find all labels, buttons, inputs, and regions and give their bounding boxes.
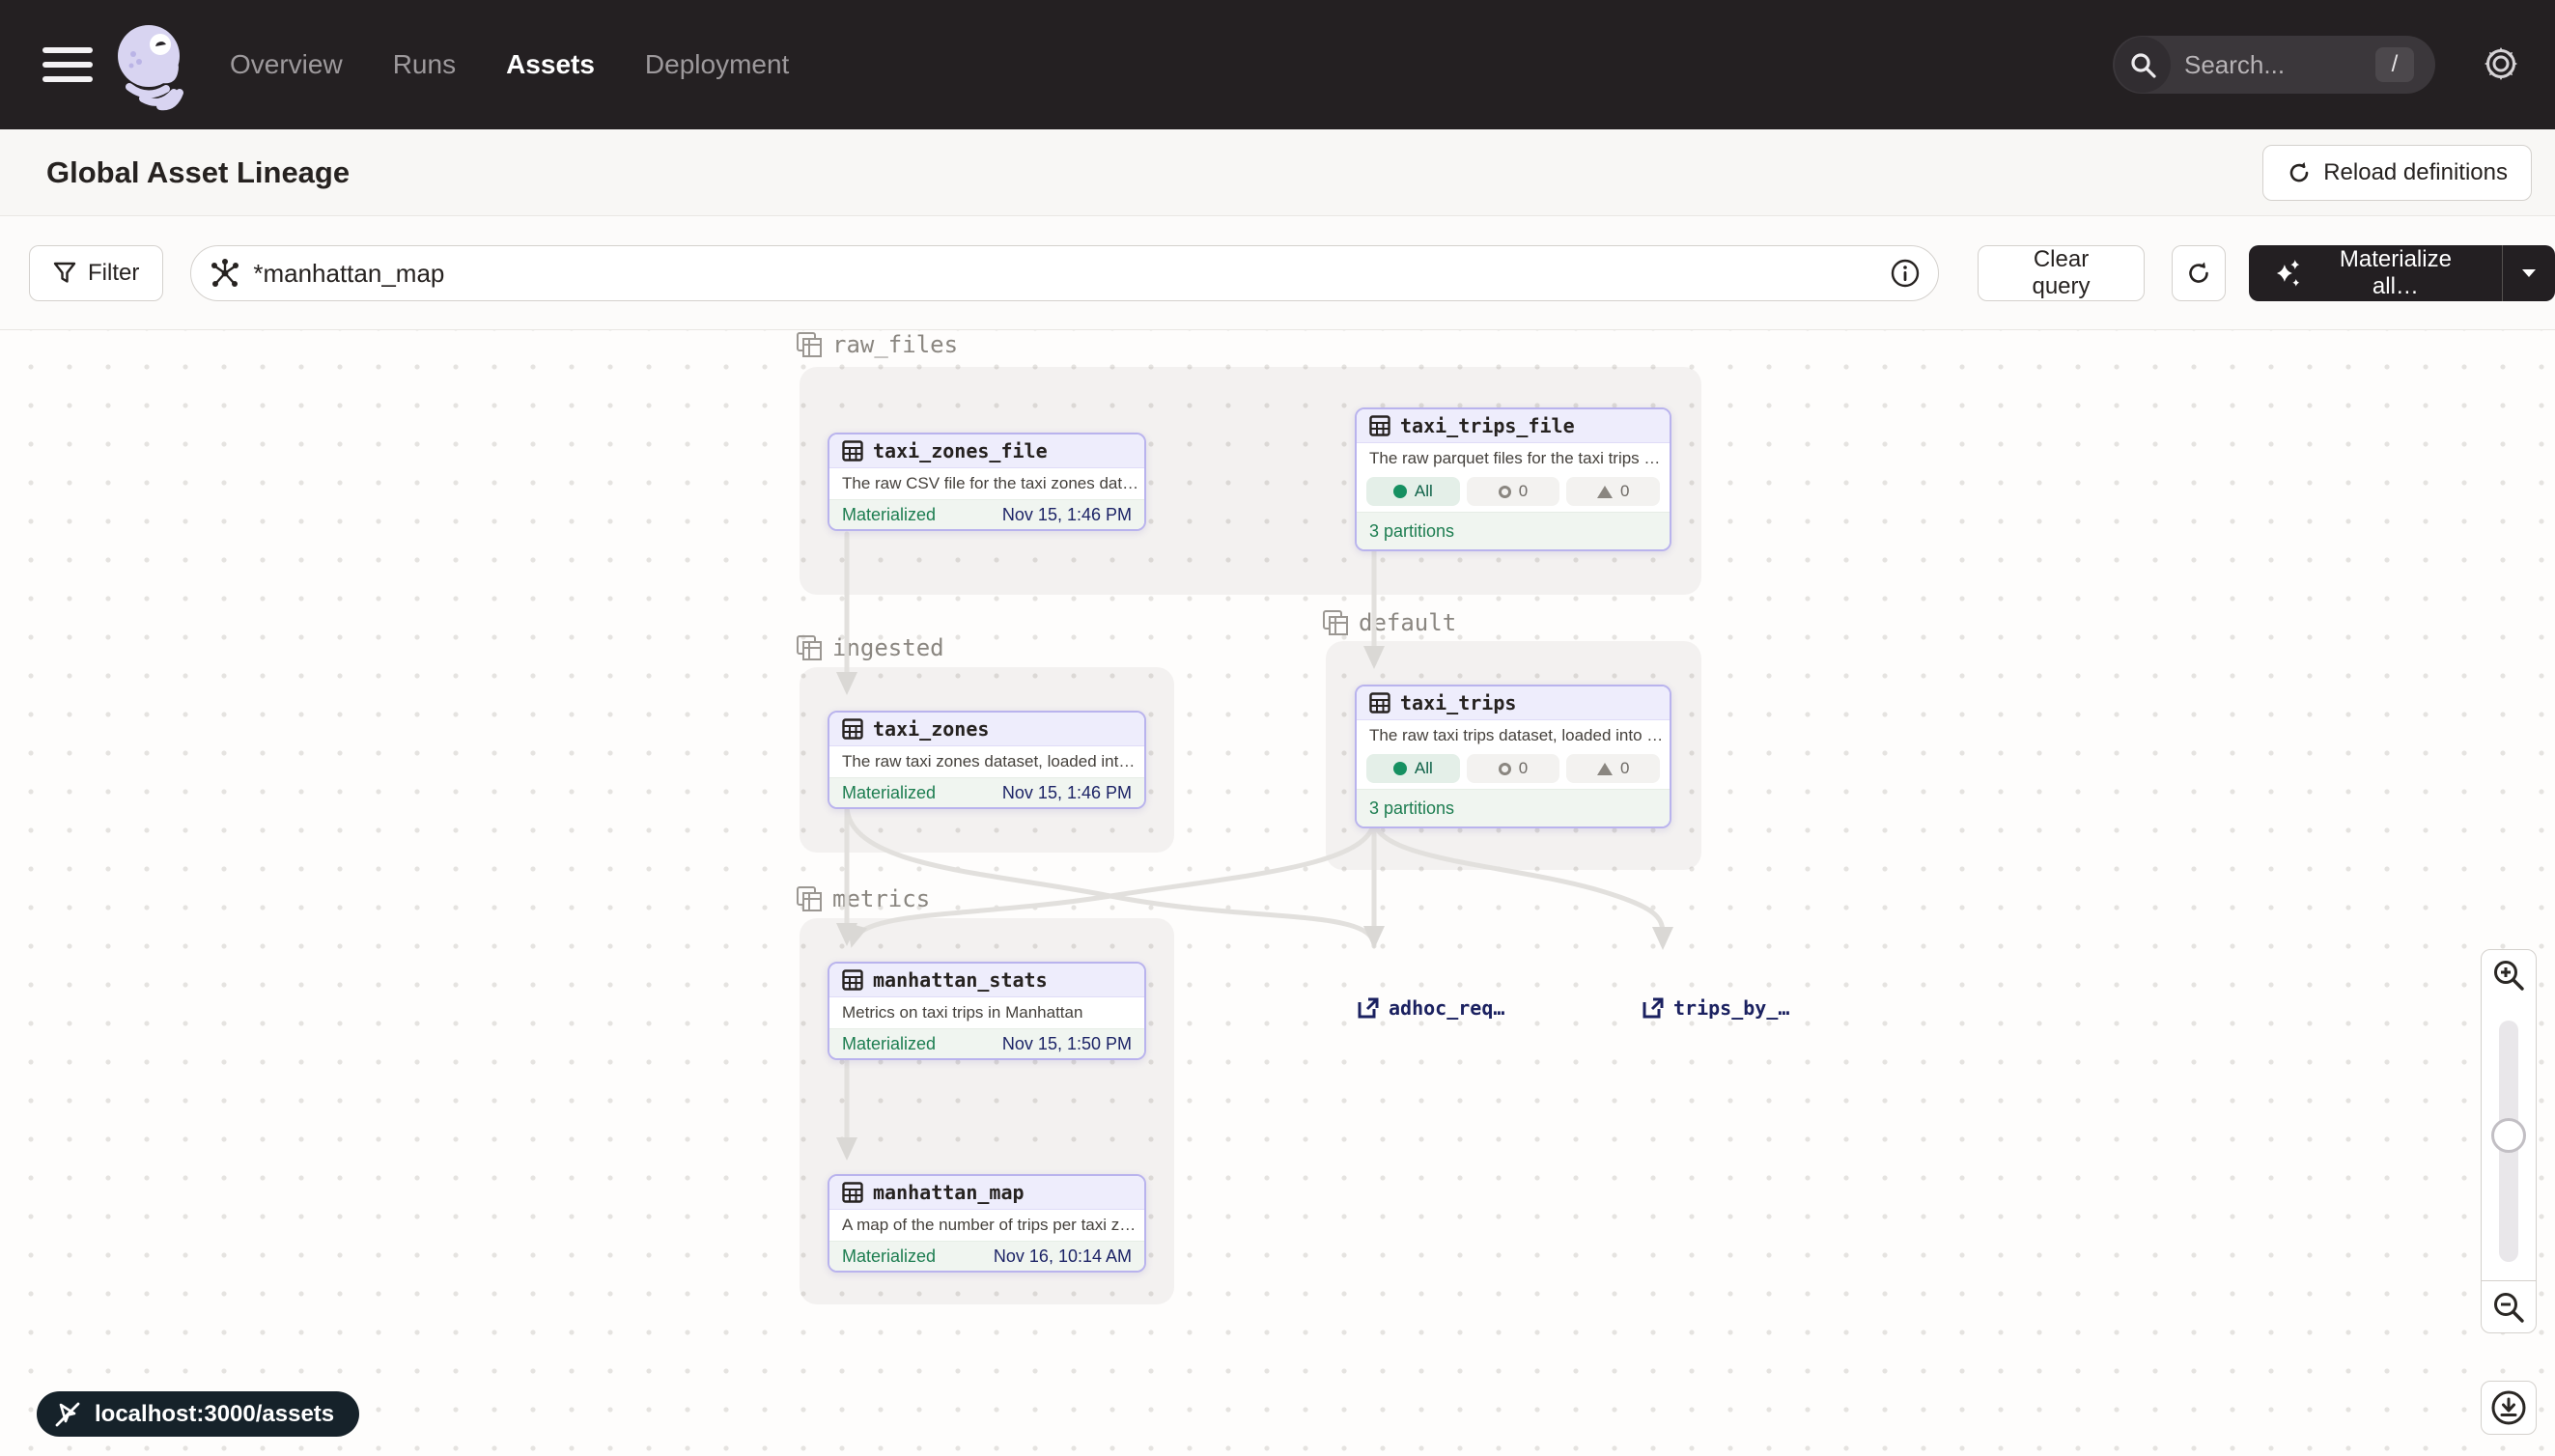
asset-description: A map of the number of trips per taxi z… [829, 1210, 1144, 1241]
asset-selection-input[interactable] [253, 259, 1890, 289]
asset-name: taxi_trips [1400, 691, 1516, 714]
filter-label: Filter [88, 260, 139, 287]
asset-node-taxi-trips[interactable]: taxi_trips The raw taxi trips dataset, l… [1355, 685, 1671, 828]
zoom-in-icon [2491, 958, 2526, 993]
nav-deployment[interactable]: Deployment [645, 49, 789, 80]
refresh-graph-button[interactable] [2172, 245, 2226, 301]
page-title: Global Asset Lineage [46, 155, 350, 190]
asset-name: manhattan_stats [873, 968, 1048, 992]
external-link-icon [1357, 996, 1380, 1020]
asset-node-manhattan-map[interactable]: manhattan_map A map of the number of tri… [828, 1174, 1146, 1273]
asset-node-taxi-zones[interactable]: taxi_zones The raw taxi zones dataset, l… [828, 711, 1146, 809]
materialization-timestamp[interactable]: Nov 15, 1:46 PM [1002, 783, 1132, 803]
nav-runs[interactable]: Runs [393, 49, 456, 80]
external-link-icon [1642, 996, 1665, 1020]
partition-pill-failed[interactable]: 0 [1566, 477, 1660, 506]
zoom-out-icon [2491, 1290, 2526, 1325]
table-icon [842, 718, 863, 740]
table-icon [1369, 692, 1390, 714]
download-image-button[interactable] [2481, 1381, 2537, 1435]
success-dot-icon [1393, 762, 1407, 775]
clear-query-button[interactable]: Clear query [1978, 245, 2145, 301]
partitions-count: 3 partitions [1357, 512, 1670, 549]
asset-name: taxi_zones_file [873, 439, 1048, 462]
status-badge: Materialized [842, 783, 936, 803]
search-icon [2115, 37, 2171, 93]
primary-nav: Overview Runs Assets Deployment [230, 49, 789, 80]
success-dot-icon [1393, 485, 1407, 498]
asset-graph-selector-icon [209, 257, 241, 290]
zoom-out-button[interactable] [2481, 1280, 2537, 1333]
partition-pill-all[interactable]: All [1366, 754, 1460, 783]
reload-definitions-button[interactable]: Reload definitions [2262, 145, 2532, 201]
download-icon [2489, 1388, 2528, 1427]
settings-gear-icon[interactable] [2480, 42, 2522, 88]
lineage-canvas[interactable]: raw_files ingested default metrics [0, 330, 2555, 1456]
dagster-logo-icon[interactable] [110, 12, 193, 118]
zoom-in-button[interactable] [2481, 949, 2537, 1001]
asset-description: The raw parquet files for the taxi trips… [1357, 443, 1670, 474]
url-text: localhost:3000/assets [95, 1401, 334, 1428]
asset-selection-box [190, 245, 1939, 301]
partitions-count: 3 partitions [1357, 789, 1670, 826]
search-shortcut-badge: / [2375, 47, 2414, 82]
status-badge: Materialized [842, 1034, 936, 1054]
missing-ring-icon [1499, 486, 1511, 498]
chevron-down-icon [2520, 267, 2538, 279]
search-placeholder: Search... [2184, 50, 2375, 80]
refresh-icon [2185, 260, 2212, 287]
asset-name: taxi_zones [873, 717, 989, 741]
partition-pill-all[interactable]: All [1366, 477, 1460, 506]
partition-pill-failed[interactable]: 0 [1566, 754, 1660, 783]
status-badge: Materialized [842, 505, 936, 525]
status-badge: Materialized [842, 1246, 936, 1267]
funnel-icon [53, 261, 76, 286]
partition-pill-missing[interactable]: 0 [1467, 754, 1560, 783]
asset-node-taxi-zones-file[interactable]: taxi_zones_file The raw CSV file for the… [828, 433, 1146, 531]
nav-overview[interactable]: Overview [230, 49, 343, 80]
external-asset-trips-by[interactable]: trips_by_… [1642, 996, 1789, 1020]
browser-url-badge: localhost:3000/assets [37, 1391, 359, 1437]
asset-description: The raw CSV file for the taxi zones dat… [829, 468, 1144, 499]
menu-icon[interactable] [42, 43, 93, 86]
top-nav: Overview Runs Assets Deployment Search..… [0, 0, 2555, 129]
asset-description: The raw taxi zones dataset, loaded int… [829, 746, 1144, 777]
materialization-timestamp[interactable]: Nov 15, 1:50 PM [1002, 1034, 1132, 1054]
missing-ring-icon [1499, 763, 1511, 775]
cursor-off-icon [52, 1399, 83, 1430]
failed-triangle-icon [1597, 763, 1613, 775]
lineage-toolbar: Filter Clear query [0, 217, 2555, 330]
global-search-input[interactable]: Search... / [2113, 36, 2435, 94]
asset-node-manhattan-stats[interactable]: manhattan_stats Metrics on taxi trips in… [828, 962, 1146, 1060]
asset-node-taxi-trips-file[interactable]: taxi_trips_file The raw parquet files fo… [1355, 407, 1671, 551]
filter-button[interactable]: Filter [29, 245, 163, 301]
zoom-slider-thumb[interactable] [2491, 1118, 2526, 1153]
asset-description: Metrics on taxi trips in Manhattan [829, 997, 1144, 1028]
materialize-all-label: Materialize all… [2314, 246, 2477, 300]
asset-name: taxi_trips_file [1400, 414, 1575, 437]
nav-assets[interactable]: Assets [506, 49, 595, 80]
asset-description: The raw taxi trips dataset, loaded into … [1357, 720, 1670, 751]
refresh-icon [2287, 160, 2312, 185]
reload-definitions-label: Reload definitions [2323, 159, 2508, 186]
failed-triangle-icon [1597, 486, 1613, 498]
sparkle-icon [2274, 258, 2303, 289]
table-icon [842, 1182, 863, 1203]
materialization-timestamp[interactable]: Nov 16, 10:14 AM [994, 1246, 1132, 1267]
materialize-all-button[interactable]: Materialize all… [2249, 245, 2555, 301]
materialization-timestamp[interactable]: Nov 15, 1:46 PM [1002, 505, 1132, 525]
table-icon [842, 969, 863, 991]
table-icon [842, 440, 863, 462]
partition-pill-missing[interactable]: 0 [1467, 477, 1560, 506]
page-header: Global Asset Lineage Reload definitions [0, 129, 2555, 216]
info-icon[interactable] [1890, 258, 1921, 289]
materialize-dropdown-caret[interactable] [2503, 245, 2555, 301]
table-icon [1369, 415, 1390, 436]
asset-name: manhattan_map [873, 1181, 1025, 1204]
clear-query-label: Clear query [2002, 246, 2120, 300]
lineage-edges [0, 330, 2555, 1456]
external-asset-adhoc-request[interactable]: adhoc_req… [1357, 996, 1504, 1020]
